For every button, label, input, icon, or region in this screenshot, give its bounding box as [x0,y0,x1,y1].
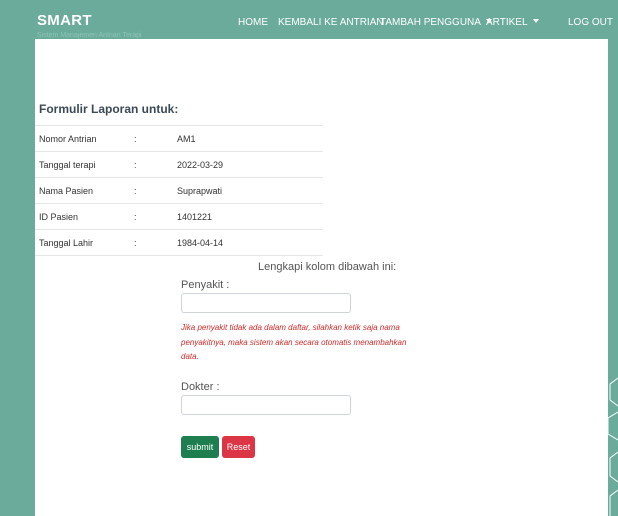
nav-article-label: ARTIKEL [486,17,528,28]
row-label: Nomor Antrian [39,134,97,144]
table-row: Nama Pasien : Suprapwati [35,177,323,203]
row-label: ID Pasien [39,212,79,222]
row-value: 2022-03-29 [177,160,224,170]
nav-article-dropdown[interactable]: ARTIKEL [486,17,539,28]
row-value: AM1 [177,134,196,144]
row-value: 1401221 [177,212,213,222]
row-colon: : [134,238,137,248]
doctor-label: Dokter : [181,381,220,393]
brand-logo[interactable]: SMART [37,12,92,29]
nav-logout-link[interactable]: LOG OUT [568,17,613,28]
row-colon: : [134,134,137,144]
nav-add-user-label: TAMBAH PENGGUNA [380,17,481,28]
doctor-input[interactable] [181,395,351,415]
table-row: Nomor Antrian : AM1 [35,125,323,151]
table-row: Tanggal terapi : 2022-03-29 [35,151,323,177]
row-colon: : [134,186,137,196]
brand-subtitle: Sistem Manajemen Antrian Terapi [37,32,142,39]
caret-down-icon [532,19,539,23]
row-label: Tanggal terapi [39,160,96,170]
disease-label: Penyakit : [181,279,230,291]
row-value: Suprapwati [177,186,223,196]
row-label: Nama Pasien [39,186,94,196]
nav-back-to-queue-link[interactable]: KEMBALI KE ANTRIAN [278,17,384,28]
reset-button[interactable]: Reset [222,436,255,458]
row-label: Tanggal Lahir [39,238,94,248]
patient-info-table: Nomor Antrian : AM1 Tanggal terapi : 202… [35,125,323,256]
row-colon: : [134,212,137,222]
submit-button[interactable]: submit [181,436,219,458]
form-title: Formulir Laporan untuk: [39,102,179,116]
table-row: ID Pasien : 1401221 [35,203,323,229]
nav-home-link[interactable]: HOME [238,17,268,28]
table-row: Tanggal Lahir : 1984-04-14 [35,229,323,256]
disease-help-note: Jika penyakit tidak ada dalam daftar, si… [181,323,407,361]
form-instruction: Lengkapi kolom dibawah ini: [258,261,397,273]
nav-add-user-dropdown[interactable]: TAMBAH PENGGUNA [380,17,492,28]
disease-input[interactable] [181,293,351,313]
row-colon: : [134,160,137,170]
row-value: 1984-04-14 [177,238,224,248]
report-form-card: Formulir Laporan untuk: Nomor Antrian : … [35,39,608,516]
